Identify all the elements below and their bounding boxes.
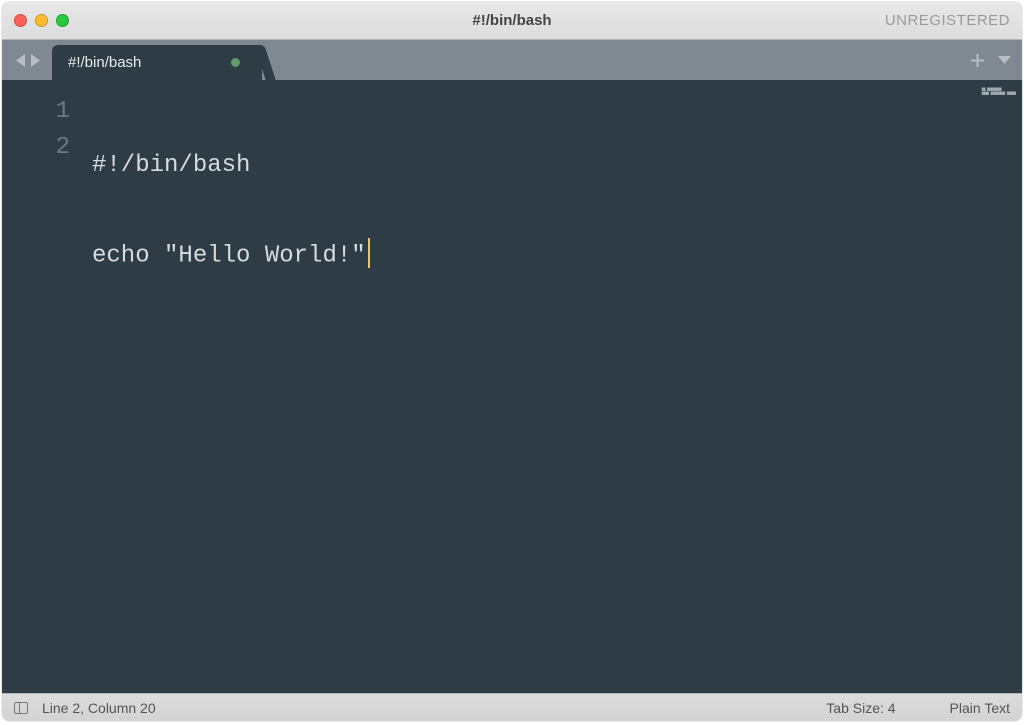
line-number: 1 bbox=[2, 94, 70, 130]
editor-window: #!/bin/bash UNREGISTERED #!/bin/bash 1 2… bbox=[2, 2, 1022, 721]
new-tab-icon[interactable] bbox=[970, 53, 985, 68]
tab-bar: #!/bin/bash bbox=[2, 40, 1022, 80]
close-icon[interactable] bbox=[14, 14, 27, 27]
code-line: echo "Hello World!" bbox=[92, 238, 1022, 274]
nav-history bbox=[8, 40, 52, 80]
tab-label: #!/bin/bash bbox=[68, 54, 141, 71]
text-cursor bbox=[368, 238, 370, 268]
window-title: #!/bin/bash bbox=[2, 12, 1022, 29]
tab-active[interactable]: #!/bin/bash bbox=[52, 45, 262, 80]
panel-toggle-icon[interactable] bbox=[14, 702, 28, 714]
minimize-icon[interactable] bbox=[35, 14, 48, 27]
status-bar: Line 2, Column 20 Tab Size: 4 Plain Text bbox=[2, 693, 1022, 721]
registration-status: UNREGISTERED bbox=[885, 12, 1010, 29]
window-controls bbox=[14, 14, 69, 27]
code-content[interactable]: #!/bin/bash echo "Hello World!" bbox=[92, 80, 1022, 693]
titlebar: #!/bin/bash UNREGISTERED bbox=[2, 2, 1022, 40]
nav-forward-icon[interactable] bbox=[29, 53, 42, 68]
syntax-mode[interactable]: Plain Text bbox=[950, 700, 1010, 716]
tab-bar-actions bbox=[970, 40, 1022, 80]
maximize-icon[interactable] bbox=[56, 14, 69, 27]
tab-menu-icon[interactable] bbox=[997, 54, 1012, 66]
cursor-position[interactable]: Line 2, Column 20 bbox=[42, 700, 156, 716]
code-line: #!/bin/bash bbox=[92, 148, 1022, 184]
editor-area[interactable]: 1 2 #!/bin/bash echo "Hello World!" ██ █… bbox=[2, 80, 1022, 693]
tab-size[interactable]: Tab Size: 4 bbox=[826, 700, 895, 716]
dirty-indicator-icon bbox=[231, 58, 240, 67]
line-number-gutter: 1 2 bbox=[2, 80, 92, 693]
line-number: 2 bbox=[2, 130, 70, 166]
nav-back-icon[interactable] bbox=[14, 53, 27, 68]
